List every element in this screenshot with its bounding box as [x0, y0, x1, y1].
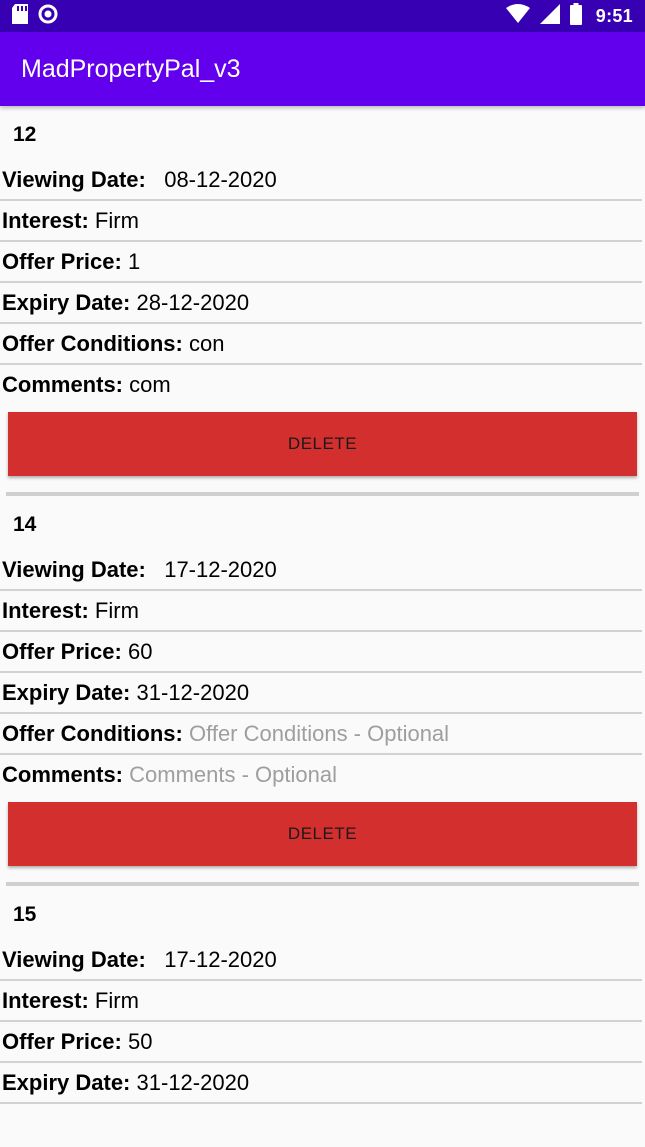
interest-label: Interest:: [2, 208, 89, 233]
cell-signal-icon: [539, 3, 560, 29]
offer-price-row: Offer Price: 1: [0, 242, 642, 283]
expiry-date-value[interactable]: 31-12-2020: [137, 1070, 250, 1095]
app-title: MadPropertyPal_v3: [21, 54, 241, 83]
interest-value[interactable]: Firm: [95, 988, 139, 1013]
offer-card: 15 Viewing Date: 17-12-2020 Interest: Fi…: [0, 886, 645, 1104]
offer-price-label: Offer Price:: [2, 1029, 122, 1054]
wifi-icon: [505, 3, 530, 29]
expiry-date-row: Expiry Date: 31-12-2020: [0, 1063, 642, 1104]
viewing-date-label: Viewing Date:: [2, 167, 146, 192]
status-bar: 9:51: [0, 0, 645, 32]
viewing-date-label: Viewing Date:: [2, 557, 146, 582]
interest-label: Interest:: [2, 988, 89, 1013]
status-left-icons: [12, 3, 58, 29]
interest-value[interactable]: Firm: [95, 208, 139, 233]
viewing-date-value[interactable]: 17-12-2020: [164, 947, 277, 972]
battery-icon: [569, 2, 582, 30]
offer-price-label: Offer Price:: [2, 249, 122, 274]
offer-price-value[interactable]: 60: [128, 639, 152, 664]
offer-card: 14 Viewing Date: 17-12-2020 Interest: Fi…: [0, 496, 645, 886]
viewing-date-value[interactable]: 08-12-2020: [164, 167, 277, 192]
delete-button[interactable]: DELETE: [8, 802, 637, 866]
offer-conditions-field[interactable]: Offer Conditions - Optional: [189, 721, 449, 746]
status-time: 9:51: [595, 5, 633, 26]
expiry-date-value[interactable]: 28-12-2020: [137, 290, 250, 315]
offer-price-row: Offer Price: 50: [0, 1022, 642, 1063]
offer-card: 12 Viewing Date: 08-12-2020 Interest: Fi…: [0, 106, 645, 496]
sd-card-icon: [12, 3, 28, 29]
notification-circle-icon: [38, 4, 58, 29]
offer-id: 12: [13, 123, 37, 146]
comments-row: Comments: com: [0, 365, 642, 406]
offer-conditions-field[interactable]: con: [189, 331, 224, 356]
offer-price-label: Offer Price:: [2, 639, 122, 664]
offer-price-value[interactable]: 1: [128, 249, 140, 274]
offer-conditions-row: Offer Conditions: con: [0, 324, 642, 365]
comments-row: Comments: Comments - Optional: [0, 755, 642, 796]
viewing-date-value[interactable]: 17-12-2020: [164, 557, 277, 582]
app-bar: MadPropertyPal_v3: [0, 32, 645, 106]
expiry-date-row: Expiry Date: 31-12-2020: [0, 673, 642, 714]
offer-id: 15: [13, 903, 37, 926]
expiry-date-label: Expiry Date:: [2, 290, 131, 315]
interest-value[interactable]: Firm: [95, 598, 139, 623]
viewing-date-label: Viewing Date:: [2, 947, 146, 972]
offer-list[interactable]: 12 Viewing Date: 08-12-2020 Interest: Fi…: [0, 106, 645, 1104]
status-right-icons: 9:51: [505, 2, 633, 30]
expiry-date-row: Expiry Date: 28-12-2020: [0, 283, 642, 324]
expiry-date-label: Expiry Date:: [2, 680, 131, 705]
viewing-date-row: Viewing Date: 17-12-2020: [0, 550, 642, 591]
comments-field[interactable]: Comments - Optional: [129, 762, 337, 787]
expiry-date-label: Expiry Date:: [2, 1070, 131, 1095]
offer-id: 14: [13, 513, 37, 536]
interest-row: Interest: Firm: [0, 591, 642, 632]
offer-price-value[interactable]: 50: [128, 1029, 152, 1054]
viewing-date-row: Viewing Date: 08-12-2020: [0, 160, 642, 201]
comments-label: Comments:: [2, 372, 124, 397]
viewing-date-row: Viewing Date: 17-12-2020: [0, 940, 642, 981]
offer-conditions-label: Offer Conditions:: [2, 331, 183, 356]
expiry-date-value[interactable]: 31-12-2020: [137, 680, 250, 705]
offer-conditions-label: Offer Conditions:: [2, 721, 183, 746]
offer-price-row: Offer Price: 60: [0, 632, 642, 673]
interest-row: Interest: Firm: [0, 201, 642, 242]
interest-row: Interest: Firm: [0, 981, 642, 1022]
offer-conditions-row: Offer Conditions: Offer Conditions - Opt…: [0, 714, 642, 755]
interest-label: Interest:: [2, 598, 89, 623]
comments-label: Comments:: [2, 762, 124, 787]
comments-field[interactable]: com: [129, 372, 171, 397]
delete-button[interactable]: DELETE: [8, 412, 637, 476]
